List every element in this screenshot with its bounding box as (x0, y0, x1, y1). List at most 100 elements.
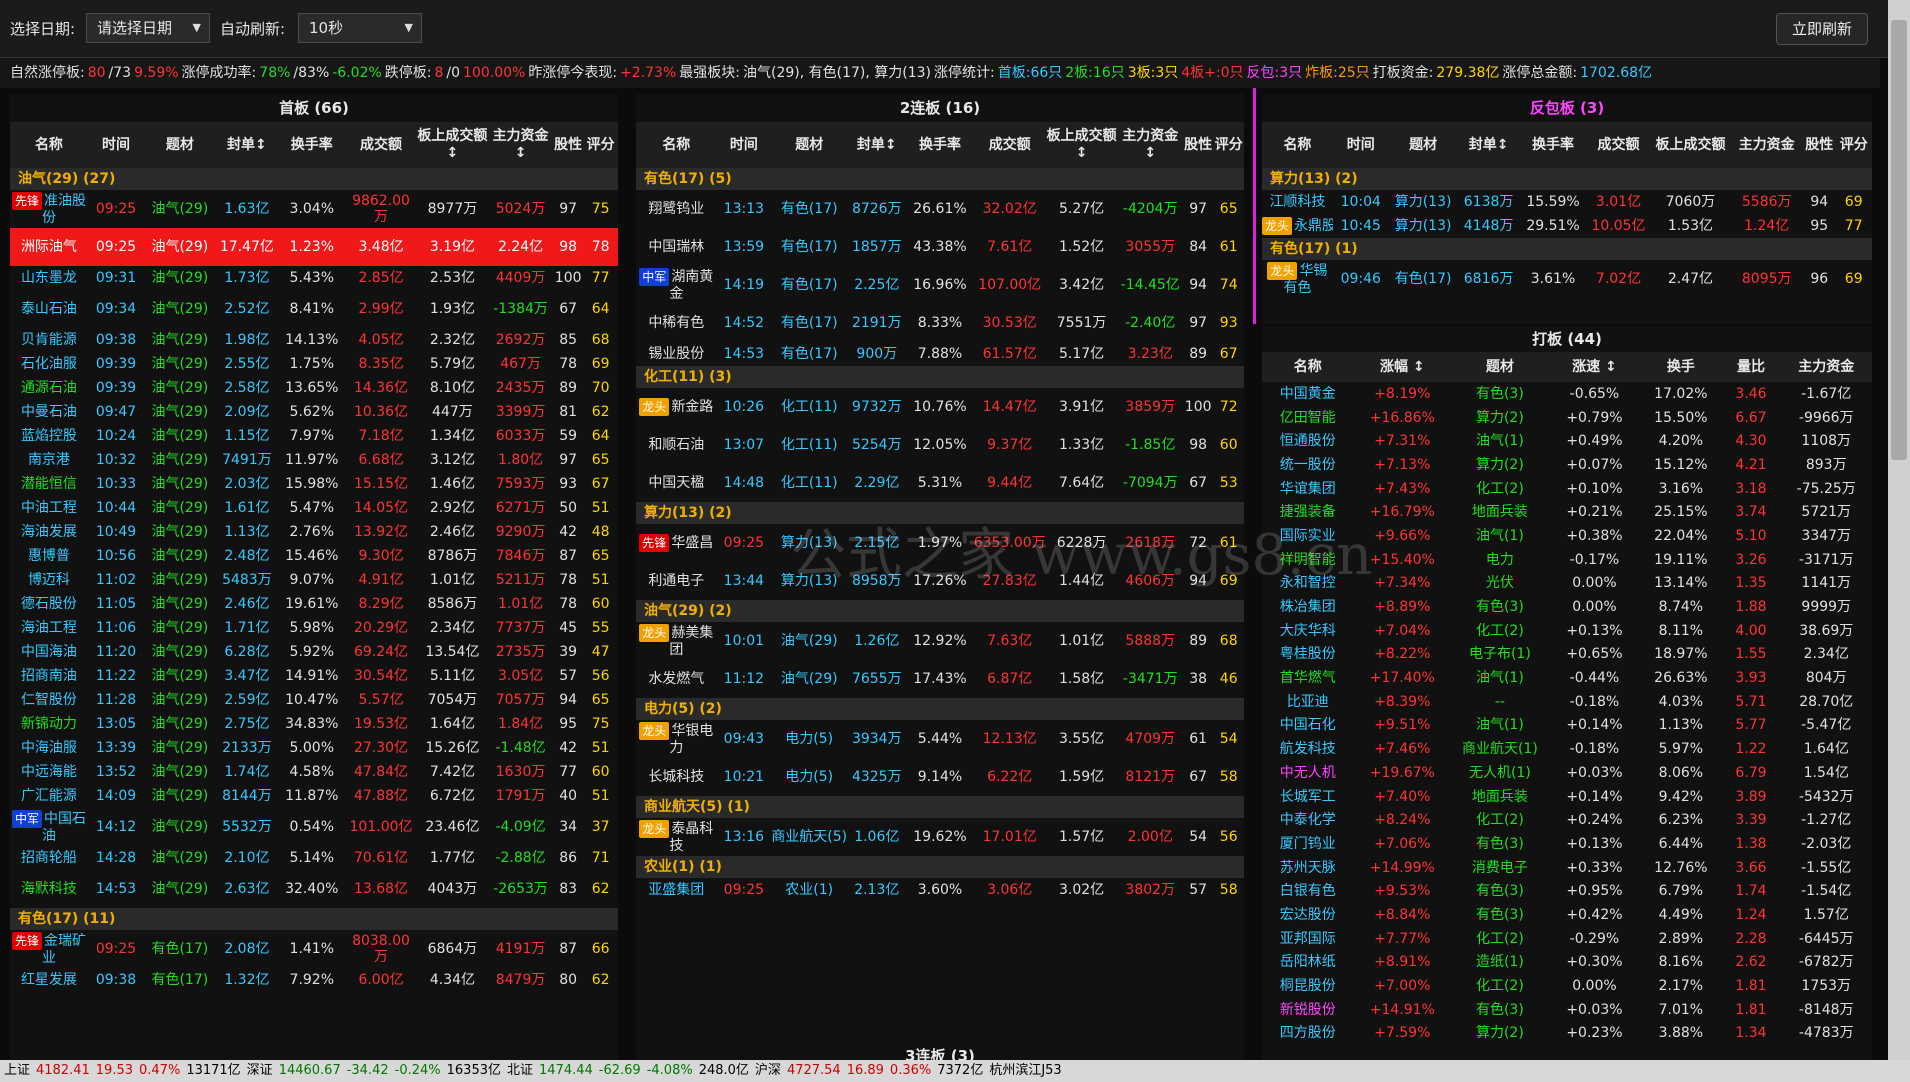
stock-row[interactable]: 中泰化学 +8.24% 化工(2) +0.24% 6.23% 3.39 -1.27亿 (1262, 808, 1872, 832)
column-header[interactable]: 名称 (636, 122, 717, 168)
column-header[interactable]: 时间 (716, 122, 772, 168)
stock-row[interactable]: 仁智股份 11:28 油气(29) 2.59亿 10.47% 5.57亿 7054万 7057… (10, 688, 618, 712)
stock-row[interactable]: 统一股份 +7.13% 算力(2) +0.07% 15.12% 4.21 893万 (1262, 453, 1872, 477)
stock-row[interactable]: 亿田智能 +16.86% 算力(2) +0.79% 15.50% 6.67 -9966万 (1262, 406, 1872, 430)
column-header[interactable]: 名称 (10, 122, 88, 168)
stock-row[interactable]: 龙头 泰晶科技 13:16 商业航天(5) 1.06亿 19.62% 17.01亿 1.57亿… (636, 818, 1244, 856)
stock-row[interactable]: 中稀有色 14:52 有色(17) 2191万 8.33% 30.53亿 7551万 -2.4… (636, 304, 1244, 342)
stock-row[interactable]: 博迈科 11:02 油气(29) 5483万 9.07% 4.91亿 1.01亿 5211万 7… (10, 568, 618, 592)
stock-row[interactable]: 水发燃气 11:12 油气(29) 7655万 17.43% 6.87亿 1.58亿 -347… (636, 660, 1244, 698)
scrollbar-thumb[interactable] (1891, 20, 1907, 460)
column-header[interactable]: 板上成交额 ↕ (1045, 122, 1118, 168)
stock-row[interactable]: 红星发展 09:38 有色(17) 1.32亿 7.92% 6.00亿 4.34亿 8479万… (10, 968, 618, 992)
column-header[interactable]: 评分 (1835, 122, 1872, 168)
stock-row[interactable]: 潜能恒信 10:33 油气(29) 2.03亿 15.98% 15.15亿 1.46亿 759… (10, 472, 618, 496)
column-header[interactable]: 主力资金 ↕ (488, 122, 554, 168)
stock-row[interactable]: 中国海油 11:20 油气(29) 6.28亿 5.92% 69.24亿 13.54亿 273… (10, 640, 618, 664)
stock-row[interactable]: 四方股份 +7.59% 算力(2) +0.23% 3.88% 1.34 -4783万 (1262, 1022, 1872, 1046)
column-header[interactable]: 时间 (1332, 122, 1389, 168)
stock-row[interactable]: 泰山石油 09:34 油气(29) 2.52亿 8.41% 2.99亿 1.93亿 -1384… (10, 290, 618, 328)
stock-row[interactable]: 先锋 金瑞矿业 09:25 有色(17) 2.08亿 1.41% 8038.00万 6864万… (10, 930, 618, 968)
column-header[interactable]: 涨幅 ↕ (1353, 352, 1452, 382)
column-header[interactable]: 量比 (1721, 352, 1781, 382)
stock-row[interactable]: 恒通股份 +7.31% 油气(1) +0.49% 4.20% 4.30 1108万 (1262, 429, 1872, 453)
column-header[interactable]: 股性 (1182, 122, 1214, 168)
column-header[interactable]: 换手率 (1519, 122, 1587, 168)
stock-row[interactable]: 中军 中国石油 14:12 油气(29) 5532万 0.54% 101.00亿 23.46亿… (10, 808, 618, 846)
sector-group-row[interactable]: 化工(11) (3) (636, 366, 1244, 388)
column-header[interactable]: 封单↕ (847, 122, 907, 168)
stock-row[interactable]: 中国石化 +9.51% 油气(1) +0.14% 1.13% 5.77 -5.47亿 (1262, 714, 1872, 738)
column-header[interactable]: 主力资金 (1780, 352, 1872, 382)
sector-group-row[interactable]: 电力(5) (2) (636, 698, 1244, 720)
sector-group-row[interactable]: 有色(17) (5) (636, 168, 1244, 190)
sector-group-row[interactable]: 商业航天(5) (1) (636, 796, 1244, 818)
stock-row[interactable]: 江顺科技 10:04 算力(13) 6138万 15.59% 3.01亿 7060万 5586… (1262, 190, 1872, 214)
column-header[interactable]: 换手率 (278, 122, 346, 168)
stock-row[interactable]: 捷强装备 +16.79% 地面兵装 +0.21% 25.15% 3.74 5721万 (1262, 500, 1872, 524)
column-header[interactable]: 评分 (583, 122, 618, 168)
stock-row[interactable]: 岳阳林纸 +8.91% 造纸(1) +0.30% 8.16% 2.62 -6782万 (1262, 951, 1872, 975)
stock-row[interactable]: 航发科技 +7.46% 商业航天(1) -0.18% 5.97% 1.22 1.64亿 (1262, 737, 1872, 761)
stock-row[interactable]: 永和智控 +7.34% 光伏 0.00% 13.14% 1.35 1141万 (1262, 572, 1872, 596)
column-header[interactable]: 成交额 (973, 122, 1046, 168)
column-header[interactable]: 换手率 (906, 122, 974, 168)
stock-row[interactable]: 龙头 华银电力 09:43 电力(5) 3934万 5.44% 12.13亿 3.55亿 470… (636, 720, 1244, 758)
column-header[interactable]: 题材 (771, 122, 848, 168)
stock-row[interactable]: 招商轮船 14:28 油气(29) 2.10亿 5.14% 70.61亿 1.77亿 -2.8… (10, 846, 618, 870)
stock-row[interactable]: 和顺石油 13:07 化工(11) 5254万 12.05% 9.37亿 1.33亿 -1.8… (636, 426, 1244, 464)
stock-row[interactable]: 石化油服 09:39 油气(29) 2.55亿 1.75% 8.35亿 5.79亿 467万 7… (10, 352, 618, 376)
stock-row[interactable]: 招商南油 11:22 油气(29) 3.47亿 14.91% 30.54亿 5.11亿 3.0… (10, 664, 618, 688)
stock-row[interactable]: 海油工程 11:06 油气(29) 1.71亿 5.98% 20.29亿 2.34亿 7737… (10, 616, 618, 640)
column-header[interactable]: 封单↕ (1457, 122, 1520, 168)
stock-row[interactable]: 龙头 赫美集团 10:01 油气(29) 1.26亿 12.92% 7.63亿 1.01亿 58… (636, 622, 1244, 660)
stock-row[interactable]: 蓝焰控股 10:24 油气(29) 1.15亿 7.97% 7.18亿 1.34亿 6033万… (10, 424, 618, 448)
stock-row[interactable]: 祥明智能 +15.40% 电力 -0.17% 19.11% 3.26 -3171万 (1262, 548, 1872, 572)
column-header[interactable]: 成交额 (345, 122, 417, 168)
stock-row[interactable]: 洲际油气 09:25 油气(29) 17.47亿 1.23% 3.48亿 3.19亿 2.24… (10, 228, 618, 266)
stock-row[interactable]: 龙头 新金路 10:26 化工(11) 9732万 10.76% 14.47亿 3.91亿 38… (636, 388, 1244, 426)
column-header[interactable]: 换手 (1640, 352, 1722, 382)
stock-row[interactable]: 华谊集团 +7.43% 化工(2) +0.10% 3.16% 3.18 -75.25万 (1262, 477, 1872, 501)
stock-row[interactable]: 大庆华科 +7.04% 化工(2) +0.13% 8.11% 4.00 38.69万 (1262, 619, 1872, 643)
stock-row[interactable]: 惠博普 10:56 油气(29) 2.48亿 15.46% 9.30亿 8786万 7846万… (10, 544, 618, 568)
refresh-interval-select[interactable]: 10秒 ▼ (298, 13, 422, 43)
column-header[interactable]: 题材 (1451, 352, 1549, 382)
stock-row[interactable]: 比亚迪 +8.39% -- -0.18% 4.03% 5.71 28.70亿 (1262, 690, 1872, 714)
column-header[interactable]: 时间 (87, 122, 145, 168)
stock-row[interactable]: 新锐股份 +14.91% 有色(3) +0.03% 7.01% 1.81 -8148万 (1262, 998, 1872, 1022)
stock-row[interactable]: 新锦动力 13:05 油气(29) 2.75亿 34.83% 19.53亿 1.64亿 1.8… (10, 712, 618, 736)
stock-row[interactable]: 亚邦国际 +7.77% 化工(2) -0.29% 2.89% 2.28 -6445万 (1262, 927, 1872, 951)
stock-row[interactable]: 德石股份 11:05 油气(29) 2.46亿 19.61% 8.29亿 8586万 1.01… (10, 592, 618, 616)
stock-row[interactable]: 龙头 华锡有色 09:46 有色(17) 6816万 3.61% 7.02亿 2.47亿 809… (1262, 260, 1872, 298)
stock-row[interactable]: 粤桂股份 +8.22% 电子布(1) +0.65% 18.97% 1.55 2.34亿 (1262, 643, 1872, 667)
stock-row[interactable]: 中无人机 +19.67% 无人机(1) +0.03% 8.06% 6.79 1.54亿 (1262, 761, 1872, 785)
vertical-scrollbar[interactable] (1888, 0, 1910, 1060)
stock-row[interactable]: 海默科技 14:53 油气(29) 2.63亿 32.40% 13.68亿 4043万 -26… (10, 870, 618, 908)
sector-group-row[interactable]: 算力(13) (2) (636, 502, 1244, 524)
stock-row[interactable]: 宏达股份 +8.84% 有色(3) +0.42% 4.49% 1.24 1.57亿 (1262, 903, 1872, 927)
column-header[interactable]: 题材 (1388, 122, 1458, 168)
stock-row[interactable]: 贝肯能源 09:38 油气(29) 1.98亿 14.13% 4.05亿 2.32亿 2692… (10, 328, 618, 352)
stock-row[interactable]: 中军 湖南黄金 14:19 有色(17) 2.25亿 16.96% 107.00亿 3.42亿… (636, 266, 1244, 304)
stock-row[interactable]: 海油发展 10:49 油气(29) 1.13亿 2.76% 13.92亿 2.46亿 9290… (10, 520, 618, 544)
stock-row[interactable]: 南京港 10:32 油气(29) 7491万 11.97% 6.68亿 3.12亿 1.80亿… (10, 448, 618, 472)
stock-row[interactable]: 中曼石油 09:47 油气(29) 2.09亿 5.62% 10.36亿 447万 3399万… (10, 400, 618, 424)
stock-row[interactable]: 长城科技 10:21 电力(5) 4325万 9.14% 6.22亿 1.59亿 8121万 6… (636, 758, 1244, 796)
stock-row[interactable]: 锡业股份 14:53 有色(17) 900万 7.88% 61.57亿 5.17亿 3.23亿… (636, 342, 1244, 366)
stock-row[interactable]: 国际实业 +9.66% 油气(1) +0.38% 22.04% 5.10 3347万 (1262, 524, 1872, 548)
stock-row[interactable]: 中国天楹 14:48 化工(11) 2.29亿 5.31% 9.44亿 7.64亿 -7094… (636, 464, 1244, 502)
column-header[interactable]: 名称 (1262, 122, 1333, 168)
column-header[interactable]: 名称 (1262, 352, 1354, 382)
refresh-now-button[interactable]: 立即刷新 (1776, 13, 1868, 45)
stock-row[interactable]: 龙头永鼎股份 10:45 算力(13) 4148万 29.51% 10.05亿 1.53亿 1… (1262, 214, 1872, 238)
sector-group-row[interactable]: 有色(17) (1) (1262, 238, 1872, 260)
sector-group-row[interactable]: 有色(17) (11) (10, 908, 618, 930)
column-header[interactable]: 题材 (144, 122, 216, 168)
column-header[interactable]: 股性 (1803, 122, 1836, 168)
stock-row[interactable]: 中国瑞林 13:59 有色(17) 1857万 43.38% 7.61亿 1.52亿 3055… (636, 228, 1244, 266)
column-header[interactable]: 封单↕ (215, 122, 279, 168)
stock-row[interactable]: 翔鹭钨业 13:13 有色(17) 8726万 26.61% 32.02亿 5.27亿 -42… (636, 190, 1244, 228)
sector-group-row[interactable]: 农业(1) (1) (636, 856, 1244, 878)
stock-row[interactable]: 中远海能 13:52 油气(29) 1.74亿 4.58% 47.84亿 7.42亿 1630… (10, 760, 618, 784)
